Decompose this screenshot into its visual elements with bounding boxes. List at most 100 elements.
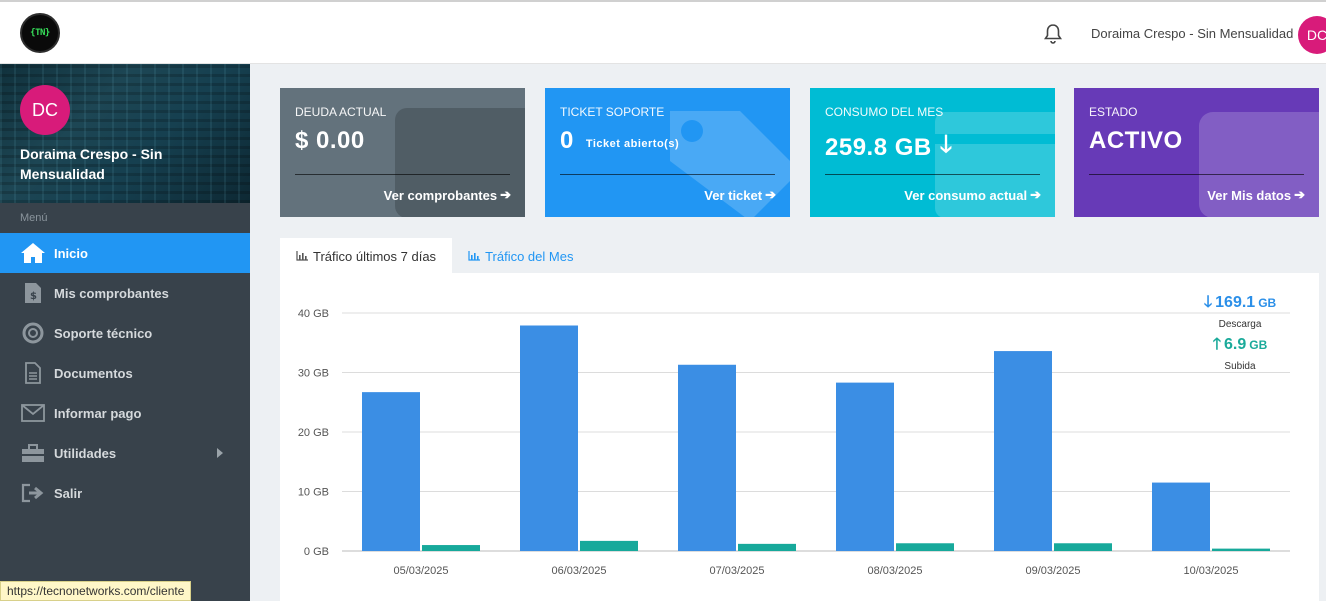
card-divider	[560, 174, 775, 175]
card-value: 0 Ticket abierto(s)	[560, 127, 679, 155]
x-tick-label: 08/03/2025	[867, 565, 922, 577]
x-tick-label: 07/03/2025	[709, 565, 764, 577]
sidebar-item-label: Mis comprobantes	[54, 285, 169, 301]
avatar[interactable]: DC	[1298, 16, 1326, 54]
sidebar-item-soporte-tecnico[interactable]: Soporte técnico	[0, 313, 250, 353]
upload-total: 🡑 6.9 GB Subida	[1200, 333, 1280, 372]
card-label: TICKET SOPORTE	[560, 105, 665, 119]
sidebar-item-label: Salir	[54, 485, 83, 501]
x-tick-label: 09/03/2025	[1025, 565, 1080, 577]
sidebar-item-salir[interactable]: Salir	[0, 473, 250, 513]
x-tick-label: 06/03/2025	[551, 565, 606, 577]
invoice-icon: $	[20, 282, 46, 304]
sidebar-item-label: Soporte técnico	[54, 325, 153, 341]
sidebar: DC Doraima Crespo - Sin Mensualidad Menú…	[0, 64, 250, 601]
user-dropdown[interactable]: Doraima Crespo - Sin Mensualidad	[1091, 26, 1308, 41]
download-label: Descarga	[1218, 319, 1262, 330]
sidebar-avatar: DC	[20, 85, 70, 135]
y-tick-label: 30 GB	[298, 368, 329, 380]
upload-value: 6.9	[1224, 336, 1247, 353]
bar-subida	[1054, 543, 1112, 551]
envelope-icon	[20, 402, 46, 424]
bar-descarga	[362, 392, 420, 551]
card-divider	[295, 174, 510, 175]
top-navbar: {TN} Doraima Crespo - Sin Mensualidad DC	[0, 0, 1326, 64]
card-value: $ 0.00	[295, 127, 365, 154]
user-name: Doraima Crespo - Sin Mensualidad	[1091, 26, 1294, 41]
bar-chart-icon	[468, 251, 481, 261]
bar-subida	[896, 543, 954, 551]
x-tick-label: 05/03/2025	[393, 565, 448, 577]
card-label: DEUDA ACTUAL	[295, 105, 387, 119]
bar-chart-icon	[296, 251, 308, 261]
arrow-up-icon: 🡑	[1212, 336, 1222, 353]
bar-descarga	[520, 325, 578, 551]
ver-consumo-actual-link[interactable]: Ver consumo actual ➔	[904, 187, 1041, 203]
card-estado: ESTADO ACTIVO Ver Mis datos ➔	[1074, 88, 1319, 217]
bar-descarga	[1152, 482, 1210, 551]
tab-trafico-del-mes[interactable]: Tráfico del Mes	[452, 238, 589, 274]
sidebar-item-mis-comprobantes[interactable]: $ Mis comprobantes	[0, 273, 250, 313]
arrow-right-icon: ➔	[765, 187, 776, 202]
download-total: 🡓 169.1 GB Descarga	[1200, 291, 1280, 330]
brand-logo[interactable]: {TN}	[20, 13, 60, 53]
status-bar-url: https://tecnonetworks.com/cliente	[0, 581, 192, 601]
x-tick-label: 10/03/2025	[1183, 565, 1238, 577]
bar-descarga	[678, 364, 736, 551]
ver-mis-datos-link[interactable]: Ver Mis datos ➔	[1207, 187, 1305, 203]
link-label: Ver ticket	[704, 187, 763, 203]
y-tick-label: 0 GB	[304, 546, 329, 558]
link-label: Ver comprobantes	[383, 187, 498, 203]
arrow-down-icon: 🡓	[1203, 294, 1213, 311]
sidebar-profile: DC Doraima Crespo - Sin Mensualidad	[0, 64, 250, 203]
svg-text:$: $	[30, 291, 37, 302]
card-ticket-soporte: TICKET SOPORTE 0 Ticket abierto(s) Ver ti…	[545, 88, 790, 217]
consumo-value: 259.8 GB	[825, 133, 932, 161]
traffic-tabs: Tráfico últimos 7 días Tráfico del Mes	[280, 238, 589, 274]
bar-subida	[580, 540, 638, 551]
tab-trafico-7-dias[interactable]: Tráfico últimos 7 días	[280, 238, 453, 274]
bar-descarga	[994, 351, 1052, 551]
arrow-down-icon: 🡓	[939, 131, 953, 158]
card-deuda-actual: DEUDA ACTUAL $ 0.00 Ver comprobantes ➔	[280, 88, 525, 217]
sidebar-item-inicio[interactable]: Inicio	[0, 233, 250, 273]
tab-label: Tráfico del Mes	[485, 248, 574, 264]
card-value: 259.8 GB 🡓	[825, 127, 953, 168]
y-tick-label: 40 GB	[298, 308, 329, 320]
bar-subida	[1212, 548, 1270, 551]
ticket-count: 0	[560, 127, 574, 154]
sidebar-item-informar-pago[interactable]: Informar pago	[0, 393, 250, 433]
sidebar-user-name: Doraima Crespo - Sin Mensualidad	[20, 146, 163, 182]
card-label: ESTADO	[1089, 105, 1138, 119]
arrow-right-icon: ➔	[1294, 187, 1305, 202]
menu-title: Menú	[20, 212, 48, 224]
home-icon	[20, 242, 46, 264]
document-icon	[20, 362, 46, 384]
bar-descarga	[836, 382, 894, 551]
arrow-right-icon: ➔	[500, 187, 511, 202]
logo-text: {TN}	[30, 28, 50, 38]
ver-comprobantes-link[interactable]: Ver comprobantes ➔	[384, 187, 511, 203]
link-label: Ver Mis datos	[1207, 187, 1292, 203]
sidebar-item-documentos[interactable]: Documentos	[0, 353, 250, 393]
sidebar-item-utilidades[interactable]: Utilidades	[0, 433, 250, 473]
arrow-right-icon: ➔	[1030, 187, 1041, 202]
toolbox-icon	[20, 442, 46, 464]
link-label: Ver consumo actual	[904, 187, 1028, 203]
sidebar-item-label: Inicio	[54, 245, 88, 261]
sidebar-item-label: Informar pago	[54, 405, 142, 421]
tab-label: Tráfico últimos 7 días	[313, 248, 437, 264]
ver-ticket-link[interactable]: Ver ticket ➔	[704, 187, 776, 203]
download-unit: GB	[1258, 296, 1277, 310]
bell-icon[interactable]	[1043, 23, 1063, 45]
y-tick-label: 10 GB	[298, 487, 329, 499]
chevron-right-icon	[217, 448, 223, 458]
upload-label: Subida	[1224, 361, 1256, 372]
sidebar-item-label: Utilidades	[54, 445, 117, 461]
card-consumo-del-mes: CONSUMO DEL MES 259.8 GB 🡓 Ver consumo ac…	[810, 88, 1055, 217]
card-value: ACTIVO	[1089, 127, 1183, 154]
card-divider	[825, 174, 1040, 175]
card-label: CONSUMO DEL MES	[825, 105, 944, 119]
sidebar-item-label: Documentos	[54, 365, 133, 381]
ticket-suffix: Ticket abierto(s)	[585, 138, 680, 150]
